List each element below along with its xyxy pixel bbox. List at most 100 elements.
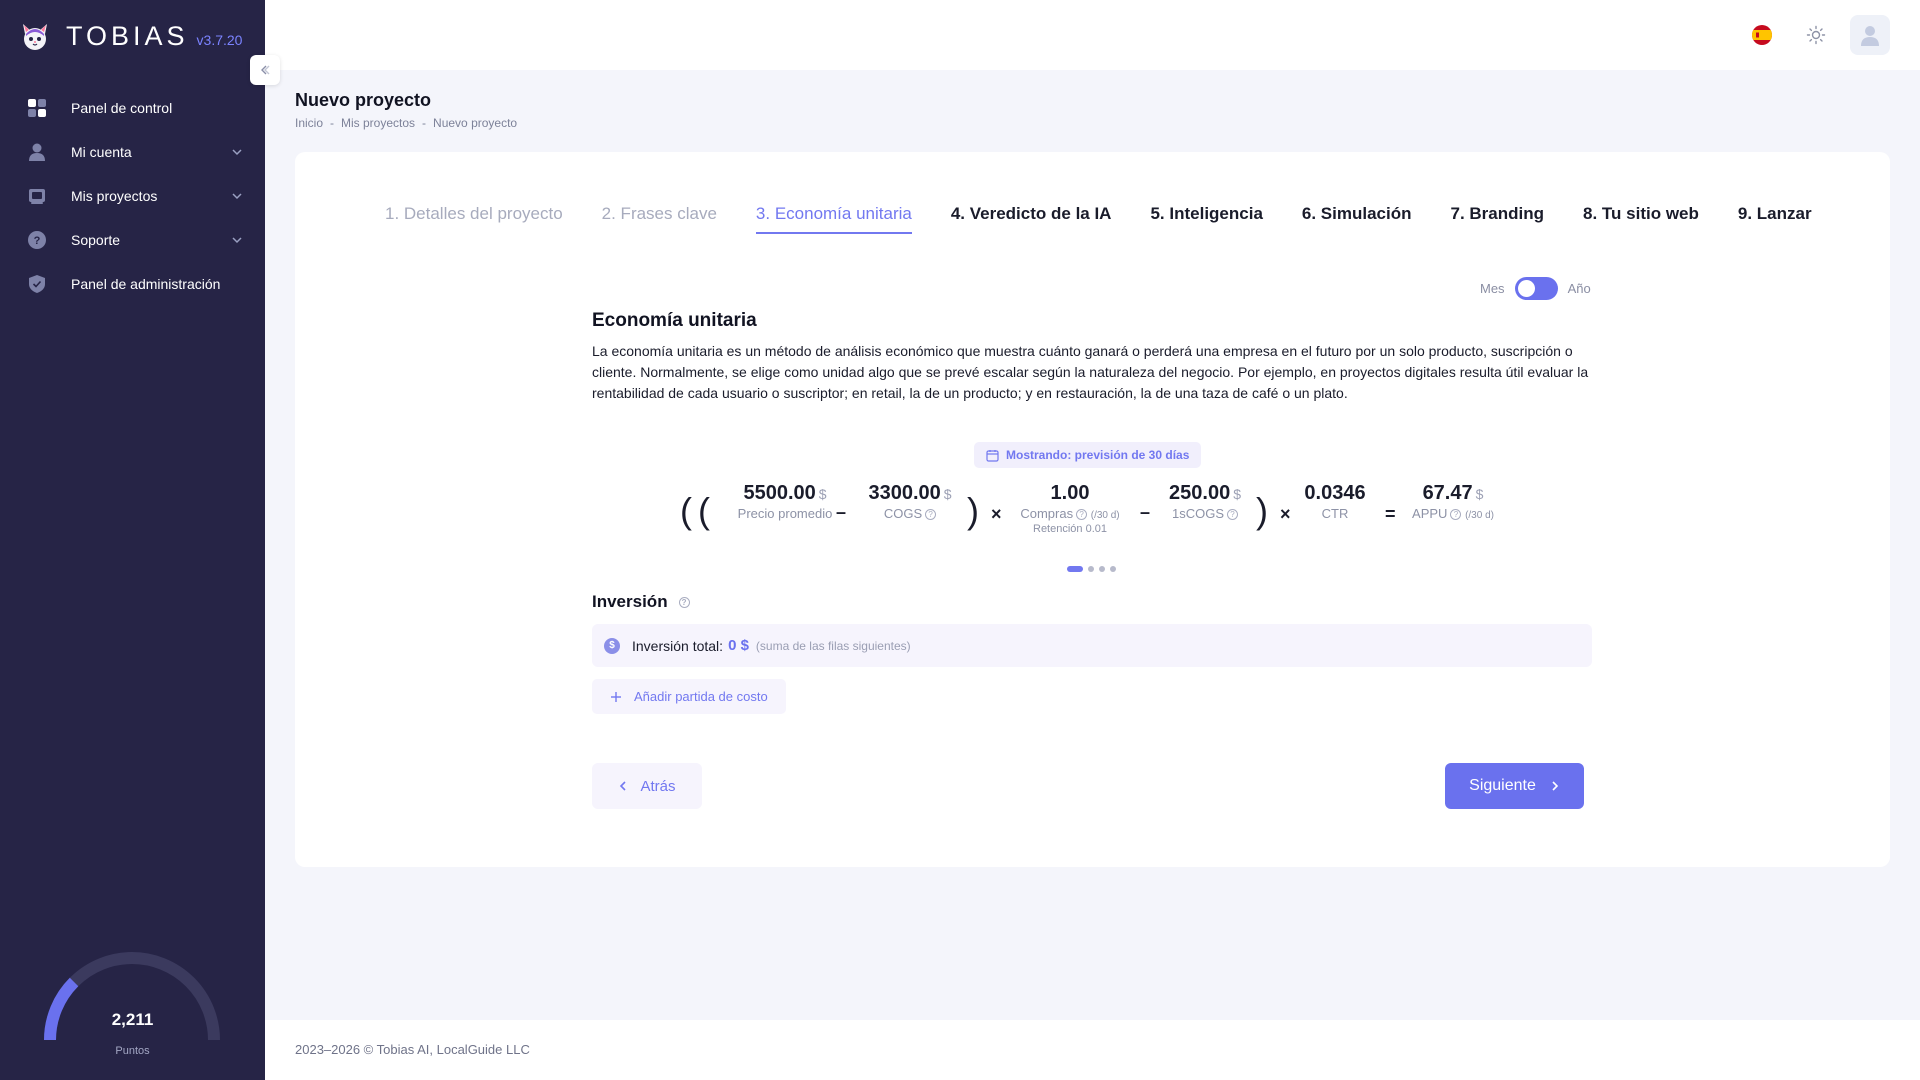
breadcrumb-item-projects[interactable]: Mis proyectos xyxy=(341,116,415,130)
cat-logo-icon xyxy=(23,24,47,50)
onecogs-label: 1sCOGS xyxy=(1171,506,1224,521)
theme-toggle-button[interactable] xyxy=(1796,15,1836,55)
carousel-dot[interactable] xyxy=(1099,566,1105,572)
next-button[interactable]: Siguiente xyxy=(1445,763,1584,809)
cogs-label: COGS xyxy=(883,506,923,521)
language-button[interactable] xyxy=(1742,15,1782,55)
sidebar-item-projects[interactable]: Mis proyectos xyxy=(0,174,265,218)
user-avatar-button[interactable] xyxy=(1850,15,1890,55)
formula-close-paren: ) xyxy=(1256,490,1268,531)
brand[interactable]: TOBIAS v3.7.20 xyxy=(20,18,242,54)
carousel-dot[interactable] xyxy=(1110,566,1116,572)
carousel-dot[interactable] xyxy=(1067,566,1083,572)
purchases-value: 1.00 xyxy=(1050,482,1090,504)
sidebar-item-label: Mi cuenta xyxy=(71,144,132,160)
step-unit-economics[interactable]: 3. Economía unitaria xyxy=(755,204,912,234)
dashboard-icon xyxy=(26,97,48,119)
footer: 2023–2026 © Tobias AI, LocalGuide LLC xyxy=(265,1020,1920,1080)
step-project-details[interactable]: 1. Detalles del proyecto xyxy=(385,204,563,234)
formula-times: × xyxy=(1280,504,1291,524)
help-icon[interactable]: ? xyxy=(1450,509,1462,521)
top-actions xyxy=(1742,15,1890,55)
add-cost-item-label: Añadir partida de costo xyxy=(634,689,768,704)
carousel-dot[interactable] xyxy=(1088,566,1094,572)
price-unit: $ xyxy=(818,486,827,502)
investment-total-label: Inversión total: xyxy=(632,637,724,654)
purchases-period-hint: (/30 d) xyxy=(1090,510,1120,521)
user-avatar-icon xyxy=(1861,26,1879,46)
price-value: 5500.00 xyxy=(743,482,816,504)
step-ai-verdict[interactable]: 4. Veredicto de la IA xyxy=(951,204,1112,234)
help-icon[interactable]: ? xyxy=(678,596,690,608)
purchases-label: Compras xyxy=(1020,506,1074,521)
ctr-value: 0.0346 xyxy=(1304,482,1366,504)
sidebar-item-dashboard[interactable]: Panel de control xyxy=(0,86,265,130)
sidebar-item-admin[interactable]: Panel de administración xyxy=(0,262,265,306)
sidebar-item-label: Mis proyectos xyxy=(71,188,158,204)
chevron-right-icon xyxy=(1552,781,1558,791)
breadcrumb-item-home[interactable]: Inicio xyxy=(295,116,323,130)
points-gauge: 2,211 Puntos xyxy=(40,940,225,1060)
sidebar-item-label: Soporte xyxy=(71,232,121,248)
investment-title: Inversión ? xyxy=(592,592,690,612)
step-launch[interactable]: 9. Lanzar xyxy=(1738,204,1812,234)
carousel-dots xyxy=(1067,566,1116,572)
chevrons-left-icon xyxy=(261,65,270,75)
user-icon xyxy=(26,141,48,163)
sun-icon xyxy=(1806,25,1826,45)
breadcrumb-separator: - xyxy=(330,116,335,130)
sidebar-item-account[interactable]: Mi cuenta xyxy=(0,130,265,174)
formula-close-paren: ) xyxy=(967,490,979,531)
formula-ctr[interactable]: 0.0346 CTR xyxy=(1295,482,1375,521)
formula-onecogs[interactable]: 250.00 $ 1sCOGS? xyxy=(1155,482,1255,521)
formula-purchases[interactable]: 1.00 Compras? (/30 d) Retención 0.01 xyxy=(1005,482,1135,535)
back-button[interactable]: Atrás xyxy=(592,763,702,809)
breadcrumb-item-current: Nuevo proyecto xyxy=(433,116,518,130)
add-cost-item-button[interactable]: Añadir partida de costo xyxy=(592,679,786,714)
section-title: Economía unitaria xyxy=(592,310,757,331)
formula-minus: – xyxy=(836,502,847,522)
step-simulation[interactable]: 6. Simulación xyxy=(1302,204,1412,234)
step-keywords[interactable]: 2. Frases clave xyxy=(602,204,717,234)
spain-flag-icon xyxy=(1752,25,1772,45)
investment-title-label: Inversión xyxy=(592,592,668,611)
investment-total-box: $ Inversión total: 0 $ (suma de las fila… xyxy=(592,624,1592,667)
appu-period-hint: (/30 d) xyxy=(1465,510,1494,521)
formula-price[interactable]: 5500.00 $ Precio promedio xyxy=(720,482,850,521)
step-intelligence[interactable]: 5. Inteligencia xyxy=(1150,204,1262,234)
help-icon[interactable]: ? xyxy=(1227,509,1238,521)
collapse-sidebar-button[interactable] xyxy=(250,55,280,85)
investment-total-hint: (suma de las filas siguientes) xyxy=(755,638,911,653)
breadcrumb-separator: - xyxy=(422,116,427,130)
breadcrumb: Inicio - Mis proyectos - Nuevo proyecto xyxy=(295,116,517,130)
forecast-badge-label: Mostrando: previsión de 30 días xyxy=(1006,448,1190,462)
sidebar-nav: Panel de control Mi cuenta Mis proyectos… xyxy=(0,86,265,306)
period-month-label: Mes xyxy=(1480,281,1505,296)
period-switch[interactable] xyxy=(1514,277,1558,300)
wizard-steps: 1. Detalles del proyecto 2. Frases clave… xyxy=(385,204,1812,234)
points-label: Puntos xyxy=(115,1045,150,1057)
step-branding[interactable]: 7. Branding xyxy=(1451,204,1545,234)
next-button-label: Siguiente xyxy=(1469,777,1536,794)
period-toggle: Mes Año xyxy=(1480,277,1591,300)
sidebar-item-support[interactable]: ? Soporte xyxy=(0,218,265,262)
help-icon[interactable]: ? xyxy=(1076,509,1088,521)
help-icon[interactable]: ? xyxy=(925,509,937,521)
calendar-icon xyxy=(986,449,999,462)
shield-icon xyxy=(26,273,48,295)
onecogs-value: 250.00 xyxy=(1169,482,1231,504)
step-website[interactable]: 8. Tu sitio web xyxy=(1583,204,1699,234)
page-title: Nuevo proyecto xyxy=(295,90,432,110)
formula-cogs[interactable]: 3300.00 $ COGS? xyxy=(855,482,965,521)
projects-icon xyxy=(26,185,48,207)
price-label: Precio promedio xyxy=(737,506,833,521)
formula-times: × xyxy=(991,504,1002,524)
appu-label: APPU xyxy=(1412,506,1448,521)
topbar xyxy=(265,0,1920,70)
investment-total-value: 0 $ xyxy=(728,637,749,654)
formula-open-paren: ( xyxy=(698,490,710,531)
dollar-icon: $ xyxy=(604,637,620,654)
help-icon: ? xyxy=(26,229,48,251)
switch-knob xyxy=(1517,280,1535,297)
section-description: La economía unitaria es un método de aná… xyxy=(592,343,1589,401)
